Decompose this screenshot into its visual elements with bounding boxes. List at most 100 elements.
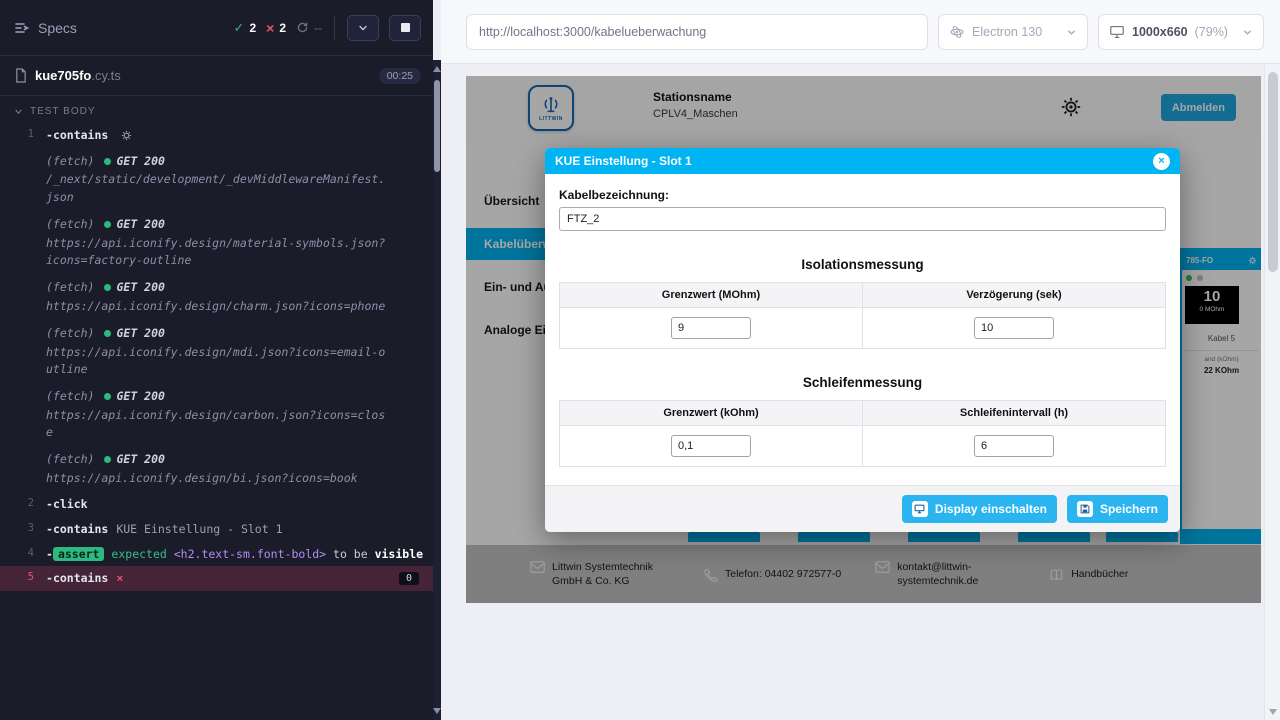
request-url: https://api.iconify.design/carbon.json?i… — [46, 407, 386, 442]
aut-pane: Electron 130 1000x660 (79%) LITTWIN Stat… — [441, 0, 1280, 720]
assert-text: -assert expected <h2.text-sm.font-bold> … — [46, 546, 425, 563]
column-header: Grenzwert (kOhm) — [560, 401, 863, 426]
screen: Specs ✓ 2 × 2 -- — [0, 0, 1280, 720]
electron-icon — [949, 24, 965, 40]
command-text: -click — [46, 496, 425, 513]
column-header: Schleifenintervall (h) — [863, 401, 1166, 426]
table-row — [560, 426, 1166, 467]
request-url: https://api.iconify.design/mdi.json?icon… — [46, 344, 386, 379]
network-events: (fetch)GET 200 /_next/static/development… — [0, 148, 433, 493]
viewport-zoom: (79%) — [1195, 25, 1228, 39]
specs-menu-button[interactable]: Specs — [14, 20, 77, 36]
status-dot — [104, 284, 111, 291]
status-dot — [104, 330, 111, 337]
request-url: https://api.iconify.design/charm.json?ic… — [46, 298, 386, 315]
stop-button[interactable] — [389, 15, 421, 41]
stop-icon — [401, 23, 410, 32]
isolation-table: Grenzwert (MOhm) Verzögerung (sek) — [559, 282, 1166, 349]
loop-grenzwert-input[interactable] — [671, 435, 751, 457]
chevron-down-icon — [1066, 27, 1077, 38]
save-button[interactable]: Speichern — [1067, 495, 1168, 523]
main-scrollbar — [1264, 64, 1280, 720]
viewport-select[interactable]: 1000x660 (79%) — [1098, 14, 1264, 50]
assert-selector: <h2.text-sm.font-bold> — [174, 547, 326, 561]
cable-name-label: Kabelbezeichnung: — [559, 188, 1166, 202]
scrollbar-thumb[interactable] — [434, 80, 440, 172]
scrollbar-thumb[interactable] — [1268, 72, 1278, 272]
command-text: -contains× — [46, 570, 399, 587]
status-dot — [104, 456, 111, 463]
reporter-scrollbar — [433, 0, 441, 720]
display-on-button[interactable]: Display einschalten — [902, 495, 1057, 523]
command-number: 1 — [0, 127, 46, 140]
command-text: -containsKUE Einstellung - Slot 1 — [46, 521, 425, 538]
command-contains-1[interactable]: 1 -contains — [0, 123, 433, 148]
refresh-icon — [296, 21, 309, 34]
loop-intervall-input[interactable] — [974, 435, 1054, 457]
schleifen-heading: Schleifenmessung — [559, 375, 1166, 390]
reporter-header: Specs ✓ 2 × 2 -- — [0, 0, 433, 56]
save-icon — [1077, 501, 1093, 517]
divider — [334, 16, 335, 40]
test-body-label: TEST BODY — [30, 106, 96, 117]
network-event[interactable]: (fetch)GET 200 /_next/static/development… — [0, 148, 433, 211]
command-log: 1 -contains (fetch)GET 200 /_next/static… — [0, 123, 433, 591]
modal-header: KUE Einstellung - Slot 1 × — [545, 148, 1180, 174]
retry-count-badge: 0 — [399, 572, 419, 585]
column-header: Grenzwert (MOhm) — [560, 283, 863, 308]
modal-body: Kabelbezeichnung: Isolationsmessung Gren… — [545, 174, 1180, 467]
chevron-down-icon — [14, 107, 23, 116]
url-bar[interactable] — [466, 14, 928, 50]
app-viewport: LITTWIN Stationsname CPLV4_Maschen Abmel… — [466, 76, 1261, 603]
status-dot — [104, 158, 111, 165]
status-dot — [104, 393, 111, 400]
test-body-toggle[interactable]: TEST BODY — [0, 96, 433, 123]
browser-select[interactable]: Electron 130 — [938, 14, 1088, 50]
iso-grenzwert-input[interactable] — [671, 317, 751, 339]
isolation-heading: Isolationsmessung — [559, 257, 1166, 272]
command-contains-2[interactable]: 3 -containsKUE Einstellung - Slot 1 — [0, 517, 433, 542]
monitor-icon — [1109, 25, 1125, 39]
command-contains-failed[interactable]: 5 -contains× 0 — [0, 566, 433, 591]
failed-count: × 2 — [266, 20, 286, 36]
command-assert[interactable]: 4 -assert expected <h2.text-sm.font-bold… — [0, 542, 433, 567]
cable-name-input[interactable] — [559, 207, 1166, 231]
spec-file-row[interactable]: kue705fo.cy.ts 00:25 — [0, 56, 433, 96]
network-event[interactable]: (fetch)GET 200 https://api.iconify.desig… — [0, 320, 433, 383]
close-icon[interactable]: × — [1153, 153, 1170, 170]
modal-footer: Display einschalten Speichern — [545, 485, 1180, 532]
spec-name: kue705fo.cy.ts — [35, 68, 121, 83]
display-icon — [912, 501, 928, 517]
gear-icon — [121, 130, 132, 141]
request-url: /_next/static/development/_devMiddleware… — [46, 171, 386, 206]
command-argument: KUE Einstellung - Slot 1 — [116, 522, 282, 536]
spec-duration-badge: 00:25 — [379, 68, 421, 84]
command-number: 5 — [0, 570, 46, 583]
schleifen-table: Grenzwert (kOhm) Schleifenintervall (h) — [559, 400, 1166, 467]
request-url: https://api.iconify.design/bi.json?icons… — [46, 470, 386, 487]
network-event[interactable]: (fetch)GET 200 https://api.iconify.desig… — [0, 446, 433, 492]
command-number: 4 — [0, 546, 46, 559]
command-click[interactable]: 2 -click — [0, 492, 433, 517]
table-row — [560, 308, 1166, 349]
scroll-down-arrow[interactable] — [433, 708, 441, 714]
network-event[interactable]: (fetch)GET 200 https://api.iconify.desig… — [0, 383, 433, 446]
command-number: 3 — [0, 521, 46, 534]
command-text: -contains — [46, 127, 425, 144]
cypress-reporter: Specs ✓ 2 × 2 -- — [0, 0, 433, 720]
pending-count: -- — [296, 21, 322, 35]
url-input[interactable] — [467, 15, 927, 49]
scroll-down-arrow[interactable] — [1269, 709, 1277, 715]
check-icon: ✓ — [234, 20, 245, 36]
network-event[interactable]: (fetch)GET 200 https://api.iconify.desig… — [0, 211, 433, 274]
network-event[interactable]: (fetch)GET 200 https://api.iconify.desig… — [0, 274, 433, 320]
iso-verzoegerung-input[interactable] — [974, 317, 1054, 339]
collapse-button[interactable] — [347, 15, 379, 41]
scroll-up-arrow[interactable] — [433, 66, 441, 72]
specs-list-icon — [14, 20, 30, 36]
status-dot — [104, 221, 111, 228]
modal-title: KUE Einstellung - Slot 1 — [555, 154, 692, 168]
browser-label: Electron 130 — [972, 25, 1042, 39]
column-header: Verzögerung (sek) — [863, 283, 1166, 308]
command-number: 2 — [0, 496, 46, 509]
